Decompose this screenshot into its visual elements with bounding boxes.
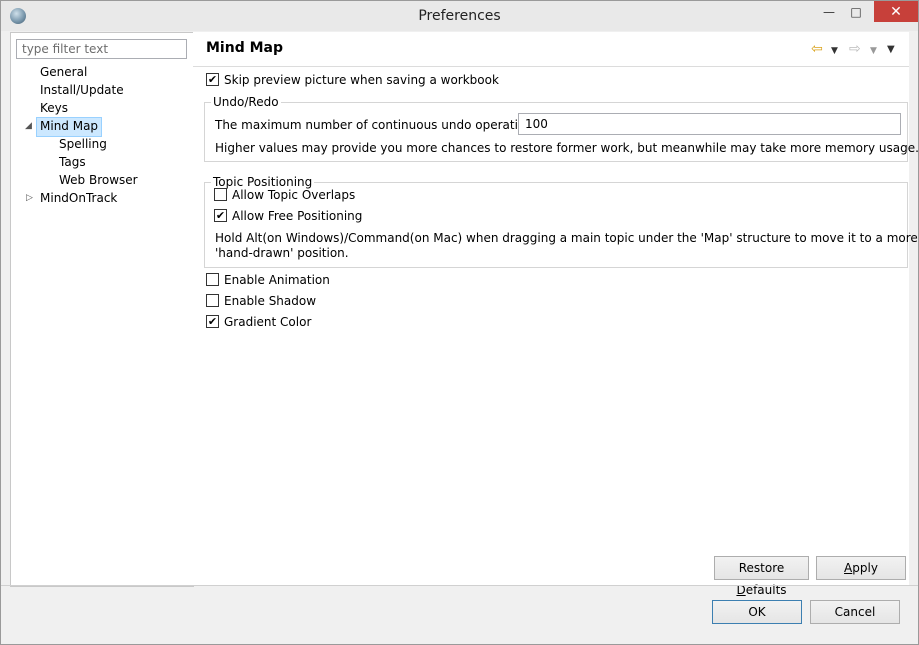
allow-free-row[interactable]: ✔ Allow Free Positioning — [214, 207, 362, 225]
collapsed-arrow-icon[interactable]: ▷ — [26, 193, 33, 203]
enable-animation-label: Enable Animation — [224, 273, 330, 287]
enable-shadow-checkbox[interactable] — [206, 294, 219, 307]
allow-overlaps-checkbox[interactable] — [214, 188, 227, 201]
filter-input[interactable] — [16, 39, 187, 59]
skip-preview-checkbox[interactable]: ✔ — [206, 73, 219, 86]
close-button[interactable]: ✕ — [874, 1, 918, 22]
header-divider — [193, 66, 909, 67]
preference-page: Mind Map ⇦ ▼ ⇨ ▼ ▼ ✔ Skip preview picture… — [193, 32, 919, 597]
restore-defaults-button[interactable]: Restore Defaults — [714, 556, 809, 597]
tree-item-mindontrack[interactable]: MindOnTrack — [40, 189, 117, 207]
title-bar[interactable]: Preferences — □ ✕ — [1, 1, 918, 31]
window-title: Preferences — [418, 8, 501, 24]
back-arrow-icon[interactable]: ⇦ — [811, 40, 823, 58]
gradient-color-label: Gradient Color — [224, 315, 312, 329]
enable-animation-row[interactable]: Enable Animation — [206, 271, 330, 289]
tree-item-spelling[interactable]: Spelling — [59, 135, 107, 153]
allow-free-checkbox[interactable]: ✔ — [214, 209, 227, 222]
apply-label-post: pply — [852, 561, 878, 575]
topic-hint-line2: 'hand-drawn' position. — [215, 246, 349, 260]
back-history-dropdown-icon[interactable]: ▼ — [831, 42, 838, 60]
minimize-button[interactable]: — — [816, 1, 842, 23]
tree-item-keys[interactable]: Keys — [40, 99, 68, 117]
preference-tree-pane: General Install/Update Keys ◢ Mind Map S… — [10, 32, 194, 587]
maximize-button[interactable]: □ — [843, 1, 869, 23]
skip-preview-label: Skip preview picture when saving a workb… — [224, 73, 499, 87]
enable-shadow-row[interactable]: Enable Shadow — [206, 292, 316, 310]
tree-item-web-browser[interactable]: Web Browser — [59, 171, 138, 189]
max-undo-input[interactable]: 100 — [518, 113, 901, 135]
enable-animation-checkbox[interactable] — [206, 273, 219, 286]
cancel-button[interactable]: Cancel — [810, 600, 900, 624]
preferences-window: Preferences — □ ✕ General Install/Update… — [0, 0, 919, 645]
tree-item-mind-map[interactable]: Mind Map — [36, 117, 103, 137]
tree-item-install-update[interactable]: Install/Update — [40, 81, 124, 99]
view-menu-icon[interactable]: ▼ — [887, 41, 895, 59]
apply-button[interactable]: Apply — [816, 556, 906, 580]
gradient-color-row[interactable]: ✔ Gradient Color — [206, 313, 311, 331]
ok-button[interactable]: OK — [712, 600, 802, 624]
expanded-arrow-icon[interactable]: ◢ — [25, 121, 32, 131]
tree-item-tags[interactable]: Tags — [59, 153, 86, 171]
allow-overlaps-row[interactable]: Allow Topic Overlaps — [214, 186, 355, 204]
tree-item-general[interactable]: General — [40, 63, 87, 81]
page-title: Mind Map — [206, 40, 283, 56]
gradient-color-checkbox[interactable]: ✔ — [206, 315, 219, 328]
forward-arrow-icon[interactable]: ⇨ — [849, 40, 861, 58]
restore-defaults-label-pre: Restore — [738, 561, 785, 575]
footer-divider — [1, 585, 918, 586]
allow-overlaps-label: Allow Topic Overlaps — [232, 188, 356, 202]
enable-shadow-label: Enable Shadow — [224, 294, 317, 308]
undo-redo-group-title: Undo/Redo — [211, 95, 281, 109]
skip-preview-row[interactable]: ✔ Skip preview picture when saving a work… — [206, 71, 499, 89]
forward-history-dropdown-icon[interactable]: ▼ — [870, 42, 877, 60]
allow-free-label: Allow Free Positioning — [232, 209, 363, 223]
max-undo-label: The maximum number of continuous undo op… — [215, 118, 544, 132]
undo-hint: Higher values may provide you more chanc… — [215, 141, 919, 155]
topic-hint-line1: Hold Alt(on Windows)/Command(on Mac) whe… — [215, 231, 918, 245]
